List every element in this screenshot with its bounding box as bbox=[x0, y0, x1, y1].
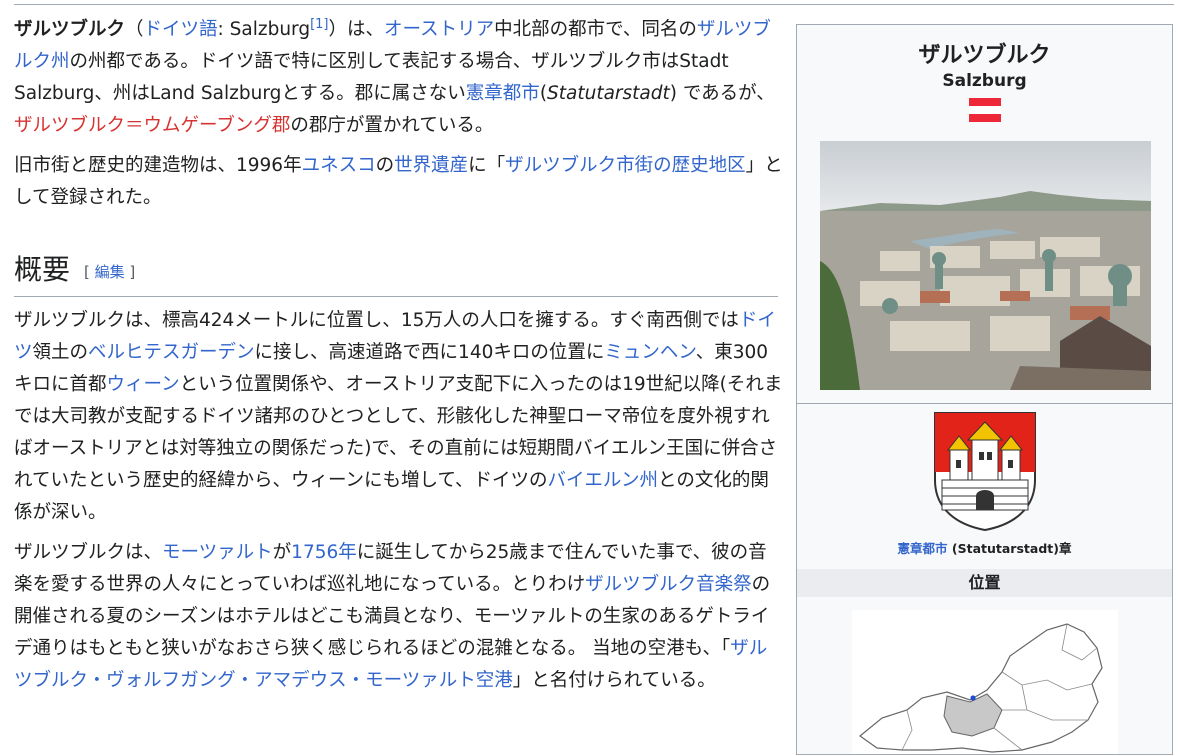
link-statutory-city-caption[interactable]: 憲章都市 bbox=[898, 541, 948, 556]
text-fragment: の郡庁が置かれている。 bbox=[290, 115, 494, 136]
text-fragment: の bbox=[375, 155, 395, 176]
text-fragment: （ bbox=[125, 19, 144, 40]
section-title: 概要 bbox=[14, 253, 71, 286]
edit-link[interactable]: 編集 bbox=[95, 263, 125, 281]
link-unesco[interactable]: ユネスコ bbox=[302, 155, 376, 176]
text-fragment: に接し、高速道路で西に140キロの位置に bbox=[254, 341, 605, 363]
text-fragment: ザルツブルクは、 bbox=[14, 541, 163, 563]
article-content: ザルツブルク（ドイツ語: Salzburg[1]）は、オーストリア中北部の都市で… bbox=[14, 14, 784, 697]
statutarstadt-italic: Statutarstadt bbox=[547, 83, 670, 104]
reference-link[interactable]: [1] bbox=[310, 17, 328, 32]
infobox-divider bbox=[797, 403, 1172, 404]
text-fragment: ( bbox=[539, 83, 548, 104]
infobox-title: ザルツブルク bbox=[918, 43, 1051, 68]
redlink-salzburg-umgebung[interactable]: ザルツブルク＝ウムゲーブング郡 bbox=[14, 115, 290, 136]
link-world-heritage[interactable]: 世界遺産 bbox=[394, 155, 468, 176]
text-fragment: に「 bbox=[468, 155, 506, 176]
text-fragment: 旧市街と歴史的建造物は、1996年 bbox=[14, 155, 302, 176]
austria-map-image bbox=[859, 623, 1103, 753]
section-heading-overview: 概要 [ 編集 ] bbox=[14, 250, 778, 297]
infobox: ザルツブルク Salzburg 憲章都市 (Statutarstadt)章 位置 bbox=[796, 24, 1173, 755]
link-historic-centre[interactable]: ザルツブルク市街の歴史地区 bbox=[505, 155, 746, 176]
link-mozart[interactable]: モーツァルト bbox=[162, 542, 273, 563]
link-german-language[interactable]: ドイツ語 bbox=[144, 19, 218, 40]
city-panorama-image bbox=[820, 141, 1151, 390]
text-fragment: 領土の bbox=[32, 341, 89, 363]
coat-of-arms-image[interactable] bbox=[932, 410, 1038, 532]
text-fragment: 中北部の都市で、同名の bbox=[494, 19, 697, 40]
text-fragment: ) であるが、 bbox=[669, 83, 775, 104]
overview-paragraph-2: ザルツブルクは、モーツァルトが1756年に誕生してから25歳まで住んでいた事で、… bbox=[14, 537, 784, 697]
link-berchtesgaden[interactable]: ベルヒテスガーデン bbox=[88, 342, 255, 363]
infobox-subtitle: Salzburg bbox=[942, 71, 1027, 91]
coat-of-arms-shield-icon bbox=[934, 412, 1036, 532]
link-vienna[interactable]: ウィーン bbox=[107, 374, 180, 395]
edit-bracket-close: ] bbox=[124, 262, 136, 281]
link-bavaria[interactable]: バイエルン州 bbox=[548, 470, 658, 491]
location-header: 位置 bbox=[797, 569, 1172, 597]
article-title-bold: ザルツブルク bbox=[14, 19, 126, 40]
text-fragment: : Salzburg bbox=[217, 19, 311, 40]
austria-flag-icon[interactable] bbox=[969, 98, 1001, 122]
location-map[interactable] bbox=[852, 610, 1118, 754]
intro-paragraph-2: 旧市街と歴史的建造物は、1996年ユネスコの世界遺産に「ザルツブルク市街の歴史地… bbox=[14, 150, 784, 214]
link-salzburg-festival[interactable]: ザルツブルク音楽祭 bbox=[585, 574, 752, 595]
link-munich[interactable]: ミュンヘン bbox=[604, 342, 695, 363]
city-photo[interactable] bbox=[820, 141, 1151, 390]
link-1756[interactable]: 1756年 bbox=[291, 542, 357, 563]
link-austria[interactable]: オーストリア bbox=[384, 19, 494, 40]
top-divider bbox=[14, 4, 1174, 5]
intro-paragraph-1: ザルツブルク（ドイツ語: Salzburg[1]）は、オーストリア中北部の都市で… bbox=[14, 14, 784, 142]
text-fragment: ）は、 bbox=[328, 19, 385, 40]
reference-1[interactable]: [1] bbox=[310, 17, 328, 32]
text-fragment: ザルツブルクは、標高424メートルに位置し、15万人の人口を擁する。すぐ南西側で… bbox=[14, 309, 739, 331]
edit-section: [ 編集 ] bbox=[84, 263, 135, 281]
edit-bracket-open: [ bbox=[84, 262, 95, 281]
caption-text: (Statutarstadt)章 bbox=[947, 541, 1072, 556]
text-fragment: 」と名付けられている。 bbox=[512, 669, 716, 691]
link-statutory-city[interactable]: 憲章都市 bbox=[466, 83, 540, 104]
overview-paragraph-1: ザルツブルクは、標高424メートルに位置し、15万人の人口を擁する。すぐ南西側で… bbox=[14, 305, 784, 529]
text-fragment: が bbox=[272, 541, 292, 563]
coat-of-arms-caption: 憲章都市 (Statutarstadt)章 bbox=[797, 538, 1172, 557]
